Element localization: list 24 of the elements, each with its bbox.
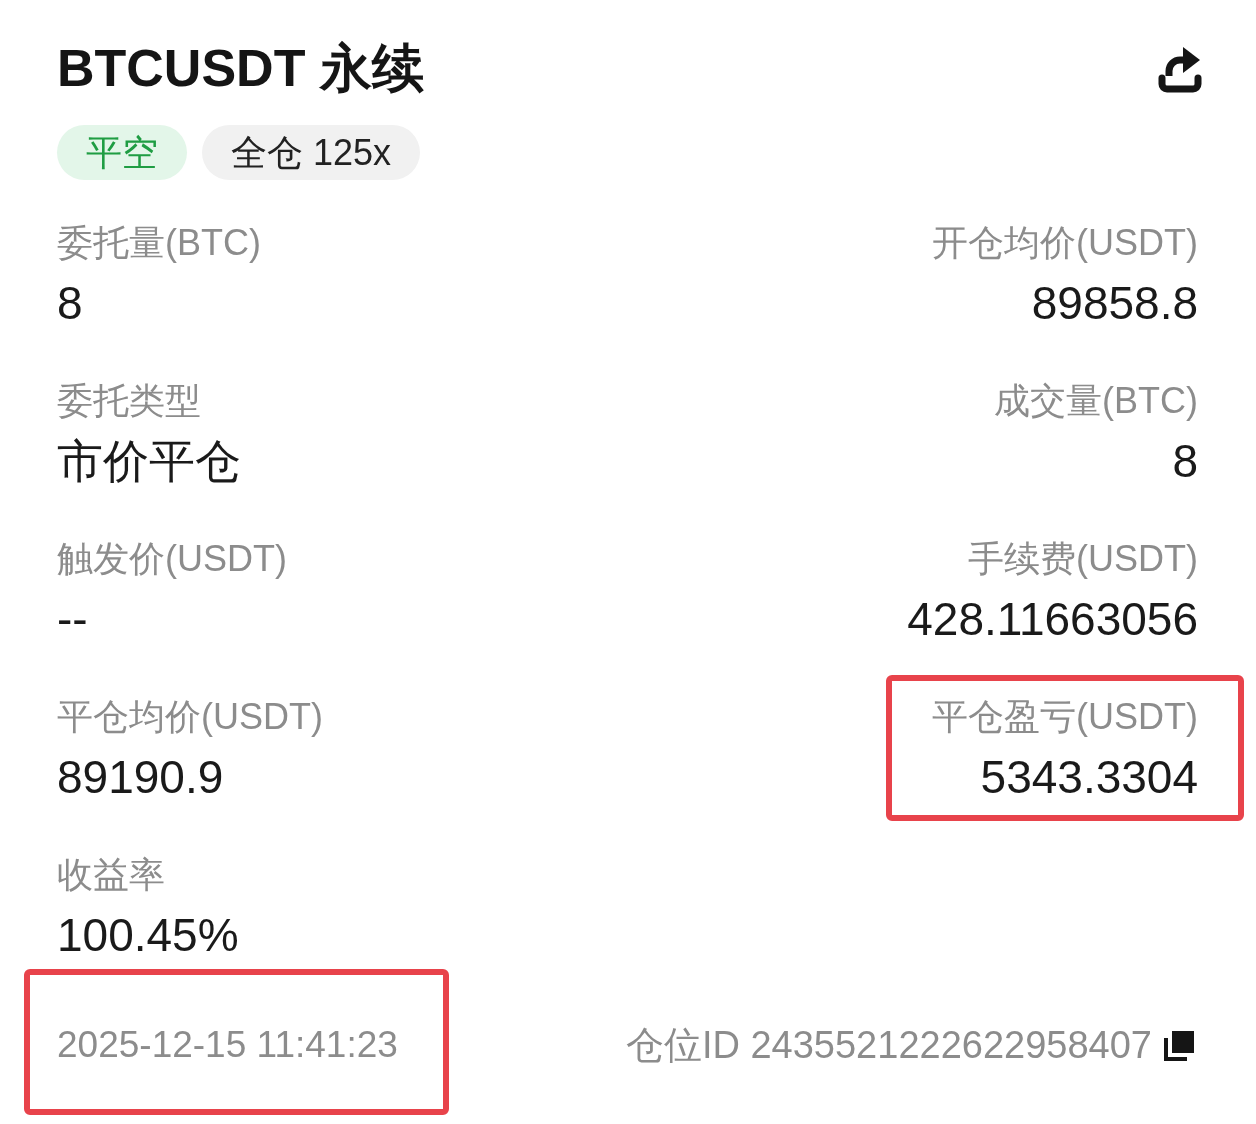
page-title: BTCUSDT 永续: [57, 38, 424, 99]
field-value: --: [57, 592, 88, 647]
position-id-text: 仓位ID 2435521222622958407: [625, 1023, 1152, 1068]
field-label: 收益率: [57, 853, 165, 897]
field-value: 89190.9: [57, 750, 224, 805]
field-value: 89858.8: [1031, 276, 1198, 331]
field-value: 8: [57, 276, 83, 331]
margin-mode-tag: 全仓 125x: [202, 125, 421, 180]
field-label: 委托量(BTC): [57, 221, 261, 265]
field-value: 市价平仓: [57, 434, 241, 489]
field-label: 平仓盈亏(USDT): [932, 695, 1198, 739]
field-label: 平仓均价(USDT): [57, 695, 323, 739]
highlighted-timestamp: 2025-12-15 11:41:23: [24, 969, 449, 1115]
field-label: 触发价(USDT): [57, 537, 287, 581]
field-label: 开仓均价(USDT): [932, 221, 1198, 265]
field-value: 428.11663056: [907, 592, 1198, 647]
field-value: 8: [1172, 434, 1198, 489]
field-label: 成交量(BTC): [994, 379, 1198, 423]
copy-icon[interactable]: [1164, 1029, 1196, 1061]
position-side-tag: 平空: [57, 125, 187, 180]
field-label: 手续费(USDT): [968, 537, 1198, 581]
field-value: 100.45%: [57, 908, 239, 963]
field-value: 5343.3304: [980, 750, 1198, 805]
field-label: 委托类型: [57, 379, 201, 423]
